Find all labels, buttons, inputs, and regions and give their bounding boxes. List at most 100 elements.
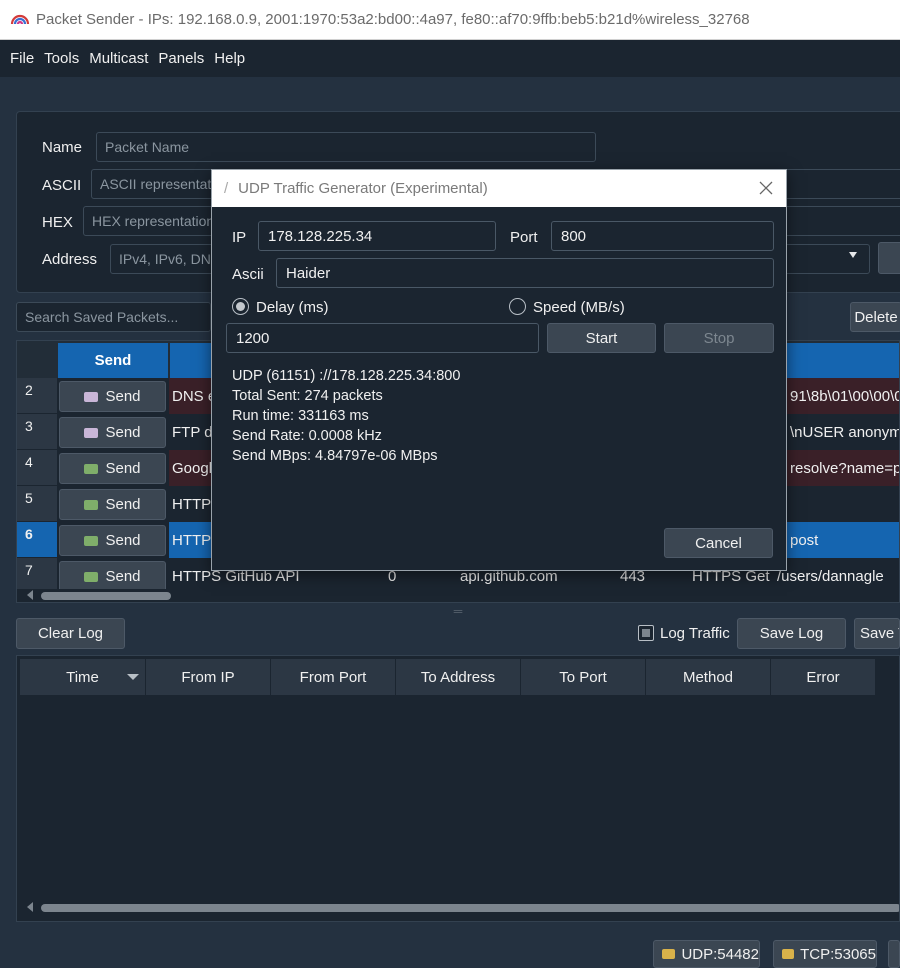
dialog-icon: / xyxy=(224,180,229,197)
row-number: 6 xyxy=(17,522,57,558)
send-button[interactable]: Send xyxy=(59,417,166,448)
name-label: Name xyxy=(42,139,83,156)
scroll-left-icon[interactable] xyxy=(27,902,33,912)
horizontal-scrollbar[interactable] xyxy=(17,589,899,602)
cancel-button[interactable]: Cancel xyxy=(664,528,773,558)
stats-run-time: Run time: 331163 ms xyxy=(232,408,369,424)
envelope-icon xyxy=(84,391,99,402)
send-button[interactable]: Send xyxy=(59,381,166,412)
delete-button[interactable]: Delete xyxy=(850,302,900,332)
delay-radio[interactable] xyxy=(232,298,249,315)
address-label: Address xyxy=(42,251,98,268)
scrollbar-thumb[interactable] xyxy=(41,592,171,600)
udp-port-label: UDP:54482 xyxy=(681,945,759,963)
column-error[interactable]: Error xyxy=(771,659,876,695)
status-bar: UDP:54482 TCP:53065 xyxy=(0,937,900,968)
send-column-header[interactable]: Send xyxy=(58,343,168,378)
send-button[interactable]: Send xyxy=(59,489,166,520)
ip-input[interactable]: 178.128.225.34 xyxy=(258,221,496,251)
stop-button[interactable]: Stop xyxy=(664,323,774,353)
packet-name-cell: HTTP xyxy=(169,522,217,558)
chevron-down-icon[interactable] xyxy=(849,252,857,258)
menu-tools[interactable]: Tools xyxy=(44,50,79,67)
menu-help[interactable]: Help xyxy=(214,50,245,67)
packet-data-cell: resolve?name=pa xyxy=(787,450,899,486)
stats-connection: UDP (61151) ://178.128.225.34:800 xyxy=(232,368,461,384)
send-button-label: Send xyxy=(105,424,141,441)
start-button[interactable]: Start xyxy=(547,323,656,353)
panel-splitter[interactable]: ═ xyxy=(16,604,900,618)
traffic-stats: UDP (61151) ://178.128.225.34:800 Total … xyxy=(232,366,460,466)
packet-name-cell: FTP de xyxy=(172,423,217,441)
envelope-icon xyxy=(84,427,99,438)
column-from-ip[interactable]: From IP xyxy=(146,659,271,695)
clear-log-button[interactable]: Clear Log xyxy=(16,618,125,649)
ascii-label: ASCII xyxy=(42,177,82,194)
column-from-port[interactable]: From Port xyxy=(271,659,396,695)
stats-total-sent: Total Sent: 274 packets xyxy=(232,388,383,404)
row-number: 4 xyxy=(17,450,57,486)
packet-name-cell: Googl xyxy=(169,450,217,486)
search-saved-packets-input[interactable]: Search Saved Packets... xyxy=(16,302,211,332)
udp-status-button[interactable]: UDP:54482 xyxy=(653,940,760,968)
stats-send-mbps: Send MBps: 4.84797e-06 MBps xyxy=(232,448,438,464)
ip-label: IP xyxy=(232,229,247,246)
send-button[interactable]: Send xyxy=(59,561,166,592)
row-number: 2 xyxy=(17,378,57,414)
save-traffic-button[interactable]: Save T xyxy=(854,618,900,649)
send-button[interactable]: Send xyxy=(59,453,166,484)
packet-sender-logo-icon xyxy=(10,14,30,24)
menu-multicast[interactable]: Multicast xyxy=(89,50,148,67)
window-title: Packet Sender - IPs: 192.168.0.9, 2001:1… xyxy=(36,11,750,28)
udp-icon xyxy=(662,949,676,959)
udp-traffic-generator-dialog: / UDP Traffic Generator (Experimental) I… xyxy=(211,169,787,571)
menu-file[interactable]: File xyxy=(10,50,34,67)
log-traffic-checkbox[interactable] xyxy=(638,625,654,641)
send-button-label: Send xyxy=(105,496,141,513)
dialog-titlebar: / UDP Traffic Generator (Experimental) xyxy=(212,170,786,207)
tcp-port-label: TCP:53065 xyxy=(800,945,876,963)
save-log-button[interactable]: Save Log xyxy=(737,618,846,649)
http-icon xyxy=(84,535,99,546)
tcp-status-button[interactable]: TCP:53065 xyxy=(773,940,877,968)
address-action-button[interactable] xyxy=(878,242,900,274)
speed-radio[interactable] xyxy=(509,298,526,315)
row-number: 5 xyxy=(17,486,57,522)
port-input[interactable]: 800 xyxy=(551,221,774,251)
column-time-label: Time xyxy=(66,668,99,686)
log-table-header: Time From IP From Port To Address To Por… xyxy=(20,659,876,695)
scroll-left-icon[interactable] xyxy=(27,590,33,600)
send-button[interactable]: Send xyxy=(59,525,166,556)
dialog-title: UDP Traffic Generator (Experimental) xyxy=(238,180,488,197)
packet-name-cell: DNS e xyxy=(169,378,217,414)
log-horizontal-scrollbar[interactable] xyxy=(17,901,899,914)
row-number: 3 xyxy=(17,414,57,450)
column-method[interactable]: Method xyxy=(646,659,771,695)
stats-send-rate: Send Rate: 0.0008 kHz xyxy=(232,428,382,444)
packet-data-cell: \nUSER anonymo xyxy=(790,423,900,441)
ssl-status-button[interactable] xyxy=(888,940,900,968)
packet-data-cell: post xyxy=(787,522,899,558)
send-button-label: Send xyxy=(105,532,141,549)
port-label: Port xyxy=(510,229,538,246)
column-time[interactable]: Time xyxy=(20,659,146,695)
scrollbar-thumb[interactable] xyxy=(41,904,899,912)
ascii-label: Ascii xyxy=(232,266,264,283)
sort-down-icon[interactable] xyxy=(127,674,139,680)
delay-input[interactable]: 1200 xyxy=(226,323,539,353)
menu-panels[interactable]: Panels xyxy=(158,50,204,67)
column-to-address[interactable]: To Address xyxy=(396,659,521,695)
delay-label: Delay (ms) xyxy=(256,299,329,316)
hex-label: HEX xyxy=(42,214,73,231)
packet-name-cell: HTTP xyxy=(172,495,212,513)
packet-name-input[interactable]: Packet Name xyxy=(96,132,596,162)
ascii-input[interactable]: Haider xyxy=(276,258,774,288)
send-button-label: Send xyxy=(105,460,141,477)
column-to-port[interactable]: To Port xyxy=(521,659,646,695)
packet-data-cell: 91\8b\01\00\00\0 xyxy=(787,378,899,414)
http-icon xyxy=(84,499,99,510)
menubar: File Tools Multicast Panels Help xyxy=(0,40,900,77)
window-titlebar: Packet Sender - IPs: 192.168.0.9, 2001:1… xyxy=(0,0,900,40)
speed-label: Speed (MB/s) xyxy=(533,299,625,316)
close-icon[interactable] xyxy=(758,180,774,196)
